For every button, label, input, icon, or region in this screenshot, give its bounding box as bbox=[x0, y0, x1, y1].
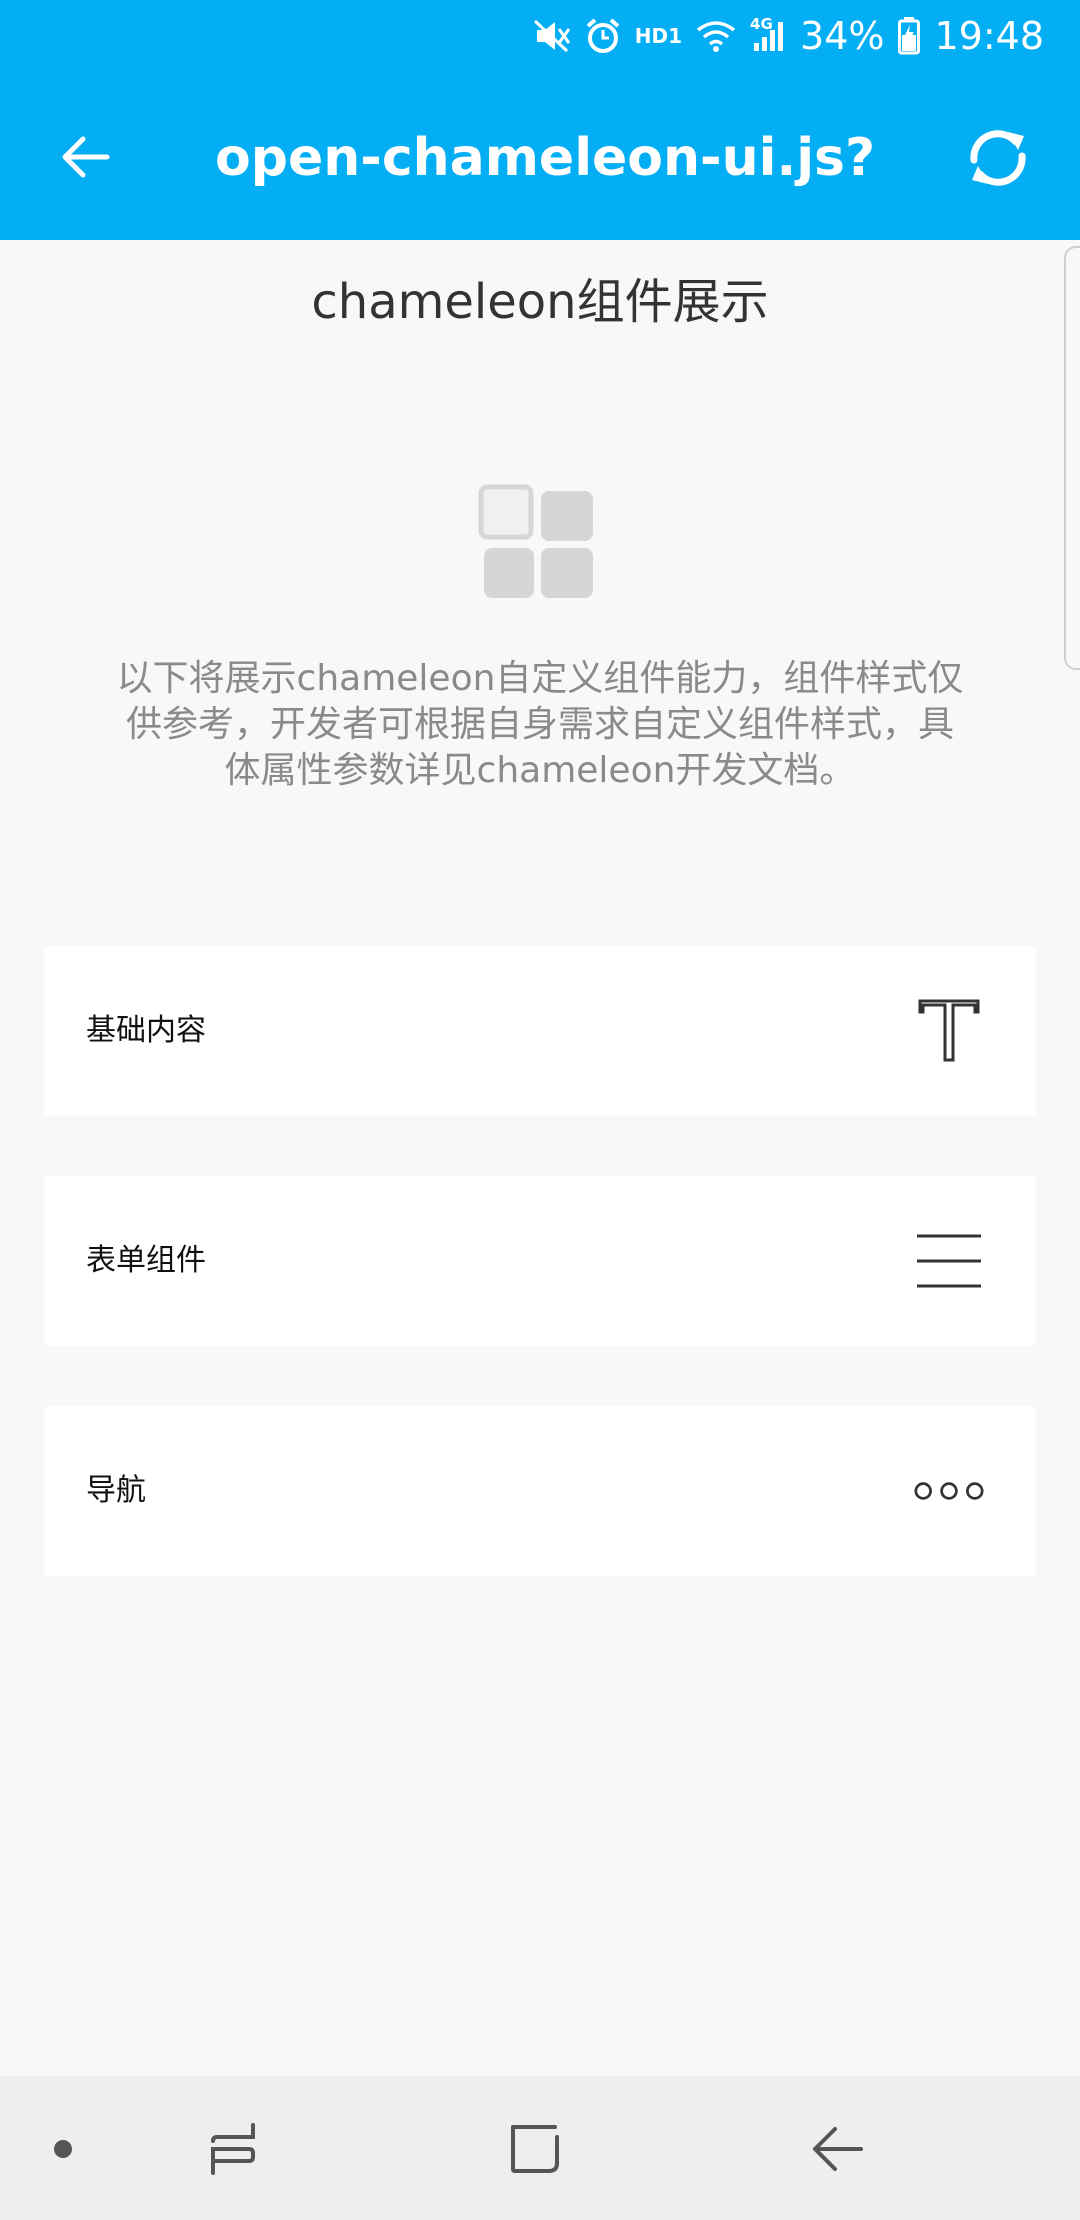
app-bar: open-chameleon-ui.js?… bbox=[0, 72, 1080, 240]
lines-icon bbox=[914, 1226, 984, 1296]
menu-item-label: 表单组件 bbox=[86, 1243, 206, 1278]
arrow-left-icon bbox=[62, 136, 110, 178]
page-heading: chameleon组件展示 bbox=[311, 274, 769, 330]
wifi-icon bbox=[696, 20, 736, 52]
signal-icon: 4G bbox=[750, 15, 786, 53]
hd-label: HD1 bbox=[634, 24, 683, 48]
clock: 19:48 bbox=[934, 14, 1044, 58]
description-text: 以下将展示chameleon自定义组件能力，组件样式仅供参考，开发者可根据自身需… bbox=[116, 658, 964, 791]
battery-percent: 34% bbox=[800, 14, 885, 58]
status-bar: HD1 4G 34% 19:48 bbox=[0, 0, 1080, 72]
back-button[interactable] bbox=[50, 122, 120, 192]
mute-icon bbox=[533, 19, 571, 53]
network-label: 4G bbox=[750, 15, 773, 33]
recents-icon[interactable] bbox=[198, 2114, 268, 2184]
alarm-icon bbox=[585, 18, 621, 54]
menu-item-navigation[interactable]: 导航 bbox=[44, 1406, 1036, 1576]
battery-icon bbox=[898, 17, 921, 55]
menu-item-basic-content[interactable]: 基础内容 bbox=[44, 946, 1036, 1116]
refresh-button[interactable] bbox=[960, 120, 1036, 196]
dot-icon[interactable] bbox=[28, 2114, 98, 2184]
menu-item-label: 基础内容 bbox=[86, 1013, 206, 1048]
home-icon[interactable] bbox=[500, 2114, 570, 2184]
menu-item-form-components[interactable]: 表单组件 bbox=[44, 1176, 1036, 1346]
back-nav-icon[interactable] bbox=[802, 2114, 872, 2184]
refresh-icon bbox=[970, 130, 1026, 186]
system-nav-bar bbox=[0, 2076, 1080, 2220]
menu-item-label: 导航 bbox=[86, 1473, 146, 1508]
status-icons: HD1 4G 34% 19:48 bbox=[533, 0, 1044, 72]
text-icon bbox=[914, 996, 984, 1066]
page-title: open-chameleon-ui.js?… bbox=[215, 128, 875, 188]
grid-icon bbox=[478, 484, 594, 600]
dots-icon bbox=[914, 1456, 984, 1526]
